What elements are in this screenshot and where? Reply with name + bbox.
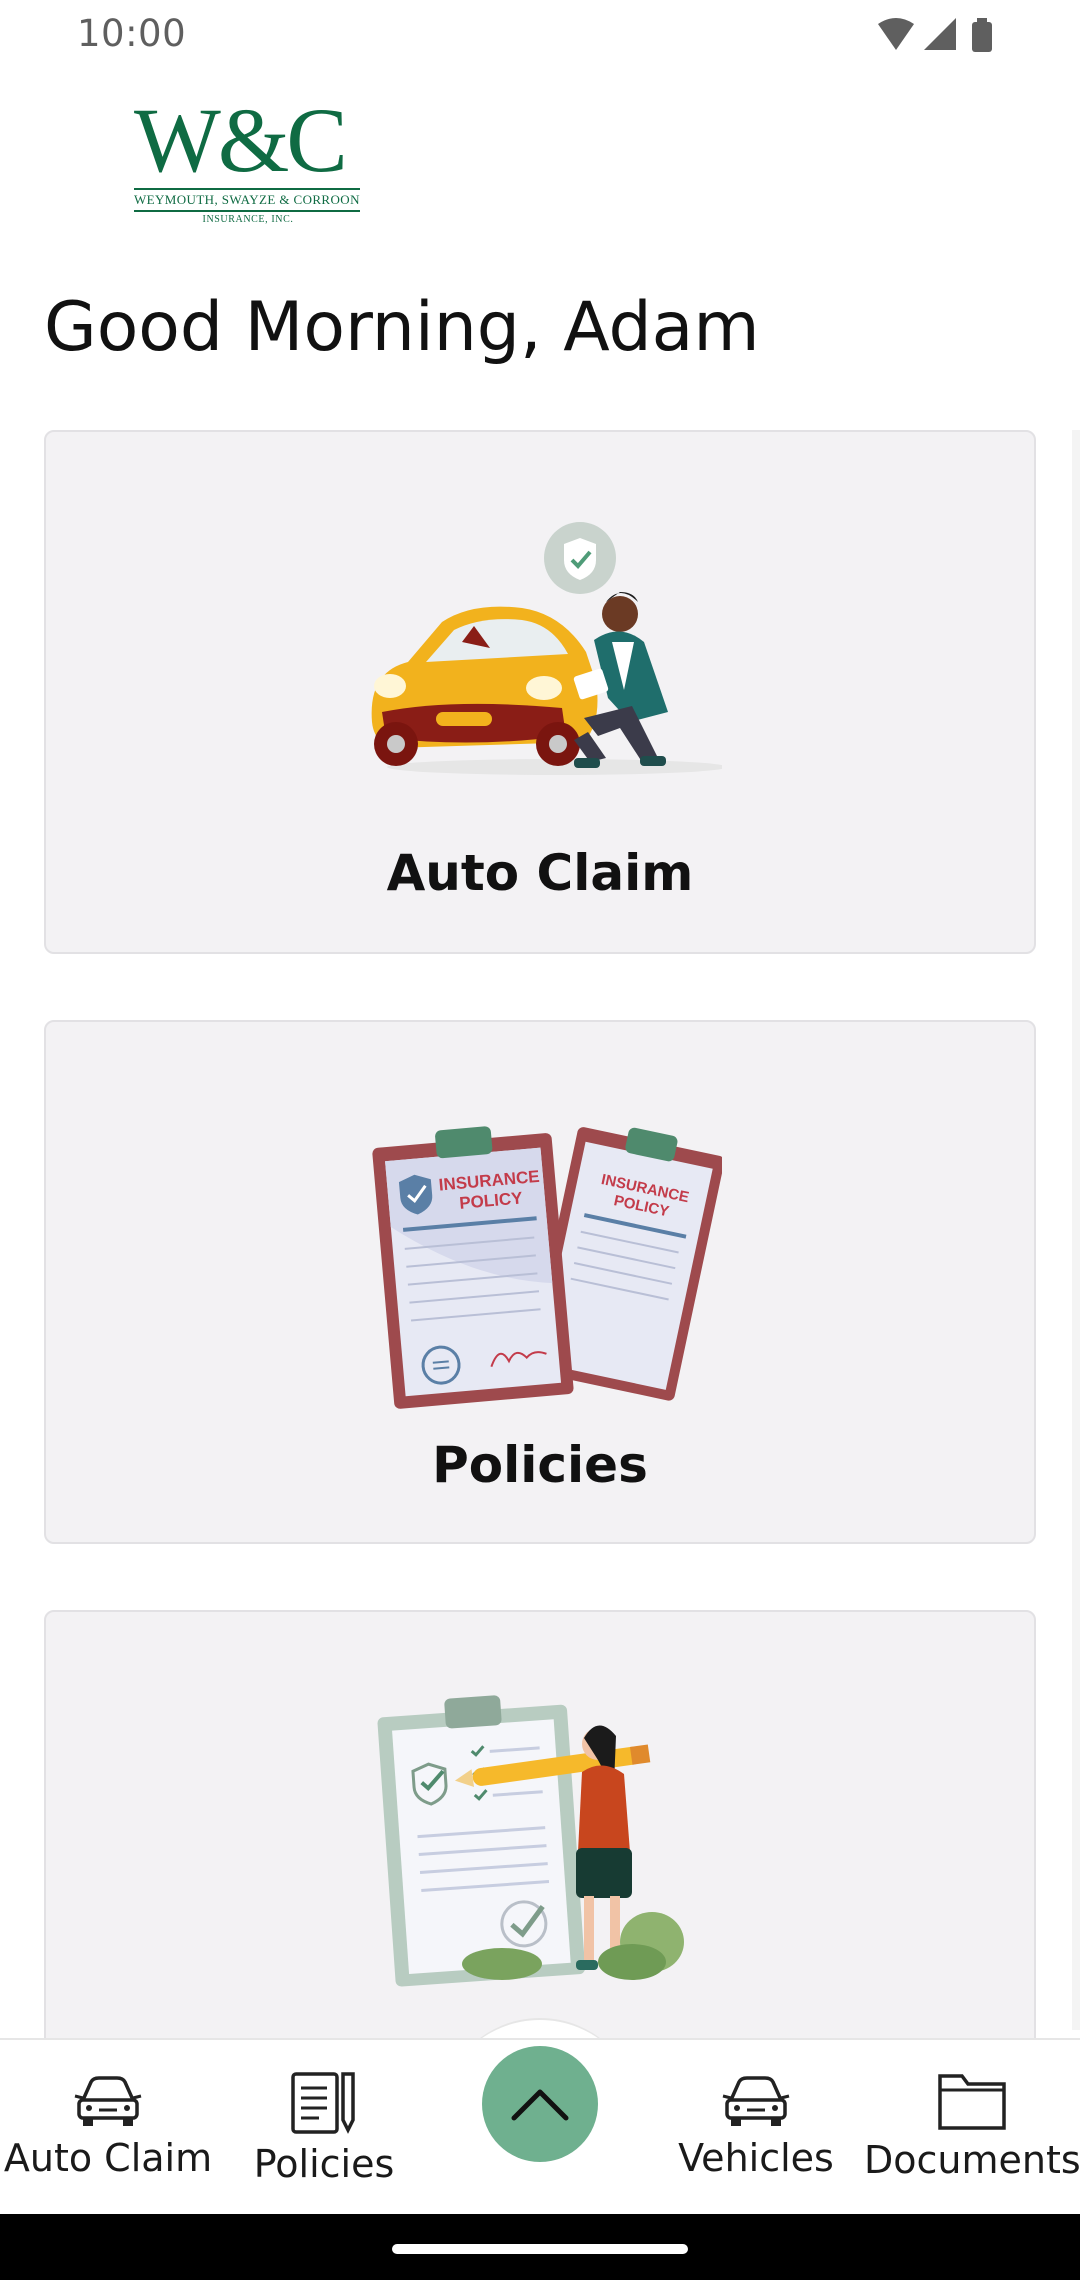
wifi-icon: [878, 18, 914, 50]
nav-documents-label: Documents: [864, 2138, 1080, 2182]
status-icons: [878, 18, 992, 52]
battery-icon: [972, 18, 992, 52]
nav-policies-label: Policies: [253, 2142, 395, 2186]
signal-icon: [924, 18, 956, 50]
status-time: 10:00: [77, 12, 187, 55]
home-gesture-pill[interactable]: [392, 2244, 688, 2254]
greeting-heading: Good Morning, Adam: [44, 288, 760, 367]
policies-card[interactable]: INSURANCE POLICY INSURANCE POLICY Polici…: [44, 1020, 1036, 1544]
car-icon: [722, 2076, 790, 2126]
scroll-indicator[interactable]: [1072, 430, 1080, 2030]
nav-auto-claim-label: Auto Claim: [3, 2136, 213, 2180]
chevron-up-icon: [511, 2089, 569, 2121]
expand-menu-button[interactable]: [482, 2046, 598, 2162]
checklist-with-person-illustration: [377, 1695, 684, 1987]
logo-rule: [134, 188, 360, 190]
logo-subtitle: INSURANCE, INC.: [202, 214, 294, 225]
nav-auto-claim[interactable]: Auto Claim: [0, 2070, 216, 2210]
logo-mark: W&C: [134, 89, 348, 191]
policies-card-label: Policies: [432, 1436, 648, 1494]
car-damage-inspection-illustration: [371, 522, 722, 775]
logo-company-name: WEYMOUTH, SWAYZE & CORROON: [134, 192, 360, 207]
logo-rule: [134, 210, 360, 212]
folder-icon: [938, 2074, 1006, 2130]
status-bar: 10:00: [0, 0, 1080, 70]
nav-vehicles-label: Vehicles: [678, 2136, 834, 2180]
auto-claim-card-label: Auto Claim: [386, 844, 694, 902]
insurance-policy-clipboards-illustration: INSURANCE POLICY INSURANCE POLICY: [372, 1126, 722, 1409]
nav-documents[interactable]: Documents: [864, 2070, 1080, 2210]
company-logo: W&C WEYMOUTH, SWAYZE & CORROON INSURANCE…: [128, 94, 368, 232]
home-screen: 10:00 W&C WEYMOUTH, SWAYZE & CORROON INS…: [0, 0, 1080, 2280]
system-navigation-bar: [0, 2214, 1080, 2280]
car-icon: [74, 2076, 142, 2126]
auto-claim-card[interactable]: Auto Claim: [44, 430, 1036, 954]
nav-policies[interactable]: Policies: [216, 2070, 432, 2210]
document-pen-icon: [291, 2072, 355, 2134]
nav-vehicles[interactable]: Vehicles: [648, 2070, 864, 2210]
